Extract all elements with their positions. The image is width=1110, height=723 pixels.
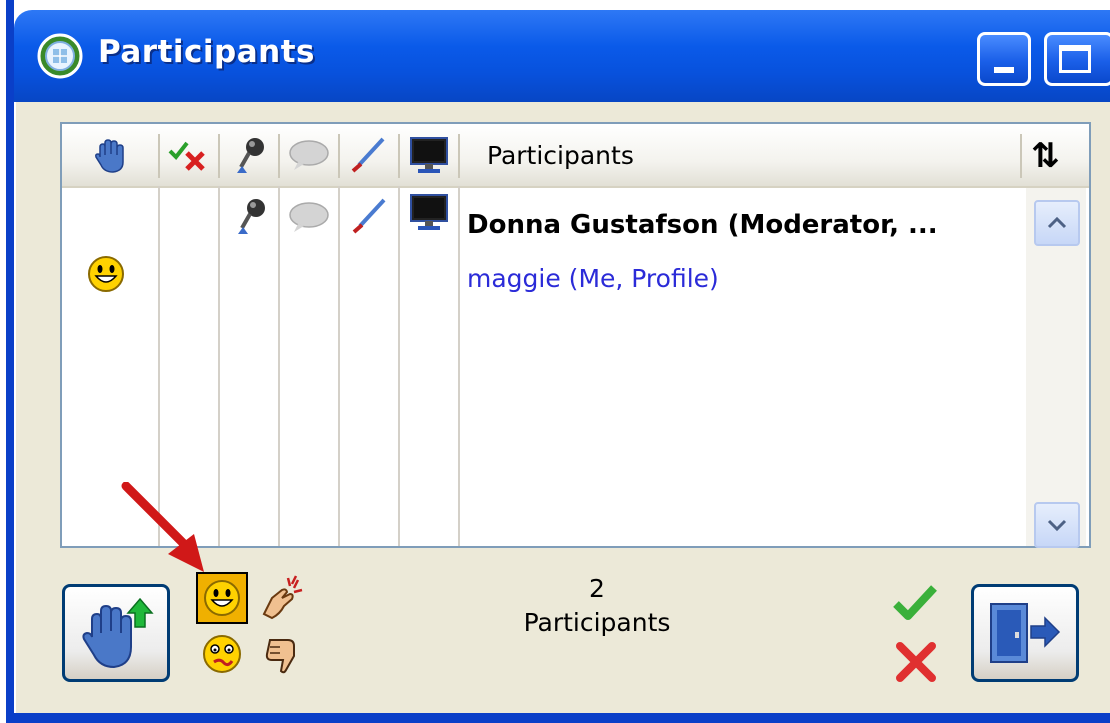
approve-check-icon[interactable] — [892, 584, 938, 624]
minimize-button[interactable] — [977, 32, 1031, 86]
chevron-up-icon — [1047, 216, 1067, 229]
col-microphone[interactable] — [220, 124, 278, 186]
row-desktop-monitor-icon — [410, 194, 448, 230]
sort-icon[interactable]: ⇅ — [1031, 136, 1060, 176]
column-divider — [338, 186, 340, 546]
row-pen-icon — [352, 198, 386, 234]
thumbs-down-icon[interactable] — [260, 634, 304, 678]
window-title: Participants — [98, 34, 315, 70]
chevron-down-icon — [1047, 519, 1067, 532]
approve-deny-icon — [168, 141, 205, 171]
window-frame-bottom — [14, 713, 1110, 723]
app-globe-icon — [37, 33, 83, 79]
col-chat[interactable] — [280, 124, 338, 186]
smile-status-icon — [88, 256, 124, 292]
raise-hand-button[interactable] — [62, 584, 170, 682]
list-header: Participants ⇅ — [62, 124, 1089, 188]
participant-name-self[interactable]: maggie (Me, Profile) — [467, 264, 719, 293]
col-raise-hand[interactable] — [62, 124, 158, 186]
deny-x-icon[interactable] — [894, 640, 938, 684]
row-chat-bubble-icon — [289, 202, 329, 232]
col-pen[interactable] — [340, 124, 398, 186]
desktop-monitor-icon — [410, 137, 448, 173]
scroll-down-button[interactable] — [1034, 502, 1080, 548]
scroll-up-button[interactable] — [1034, 200, 1080, 246]
participant-count-number: 2 — [589, 574, 605, 603]
column-divider — [458, 186, 460, 546]
participant-count: 2 Participants — [472, 572, 722, 640]
title-bar[interactable]: Participants — [14, 10, 1110, 102]
participant-name[interactable]: Donna Gustafson (Moderator, ... — [467, 210, 938, 240]
participants-window: Participants Participants ⇅ Donna Gustaf… — [0, 0, 1110, 723]
applause-icon[interactable] — [256, 574, 306, 622]
raise-hand-icon — [82, 597, 154, 669]
red-arrow-annotation — [121, 482, 204, 572]
header-participants-label[interactable]: Participants — [487, 141, 634, 170]
col-desktop[interactable] — [400, 124, 458, 186]
microphone-icon — [237, 138, 264, 173]
vertical-scrollbar[interactable] — [1026, 188, 1086, 548]
col-approve-deny[interactable] — [160, 124, 218, 186]
chat-bubble-icon — [289, 140, 329, 170]
minimize-icon — [994, 67, 1014, 73]
window-frame-left — [0, 0, 16, 723]
header-separator — [458, 134, 460, 178]
smile-icon — [204, 580, 240, 616]
maximize-button[interactable] — [1044, 32, 1110, 86]
row-microphone-icon — [238, 199, 265, 234]
window-client: Participants ⇅ Donna Gustafson (Moderato… — [16, 102, 1110, 723]
pen-icon — [351, 137, 385, 173]
column-divider — [398, 186, 400, 546]
maximize-icon — [1059, 45, 1091, 73]
confused-face-icon[interactable] — [200, 632, 244, 676]
column-divider — [278, 186, 280, 546]
leave-session-button[interactable] — [971, 584, 1079, 682]
participant-count-label: Participants — [523, 608, 671, 637]
header-separator — [1020, 134, 1022, 178]
exit-door-icon — [990, 603, 1061, 663]
hand-icon — [95, 139, 124, 173]
